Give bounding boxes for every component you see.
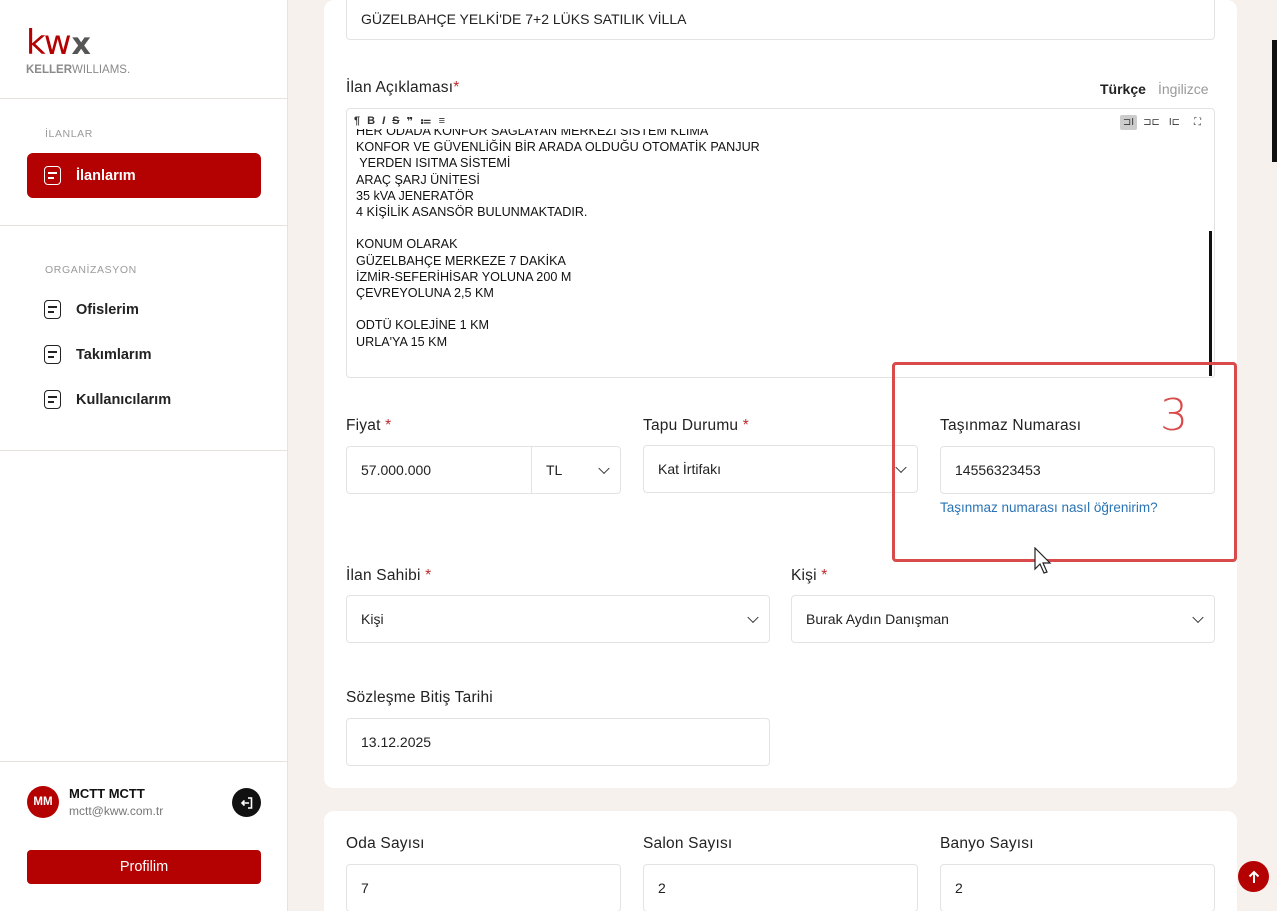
divider bbox=[0, 98, 288, 99]
rooms-value: 7 bbox=[361, 880, 369, 896]
profile-button[interactable]: Profilim bbox=[27, 850, 261, 884]
deed-status-value: Kat İrtifakı bbox=[658, 461, 722, 477]
owner-value: Kişi bbox=[361, 611, 384, 627]
baths-input[interactable]: 2 bbox=[940, 864, 1215, 911]
page-scrollbar[interactable] bbox=[1272, 40, 1277, 162]
editor-content-area: HER ODADA KONFOR SAĞLAYAN MERKEZİ SİSTEM… bbox=[347, 129, 1214, 377]
rooms-label: Oda Sayısı bbox=[346, 835, 425, 852]
fullscreen-icon[interactable]: ⛶ bbox=[1189, 115, 1206, 130]
quote-icon[interactable]: ❞ bbox=[406, 115, 412, 128]
baths-value: 2 bbox=[955, 880, 963, 896]
italic-icon[interactable]: I bbox=[382, 115, 385, 128]
divider bbox=[0, 225, 288, 226]
salons-label: Salon Sayısı bbox=[643, 835, 733, 852]
ordered-list-icon[interactable]: ≔ bbox=[420, 115, 432, 128]
mouse-cursor-icon bbox=[1034, 547, 1052, 574]
divider bbox=[0, 450, 288, 451]
logo-brand: KELLERWILLIAMS. bbox=[26, 64, 131, 76]
user-email: mctt@kww.com.tr bbox=[69, 804, 164, 818]
price-input[interactable]: 57.000.000 bbox=[346, 446, 532, 494]
currency-select[interactable]: TL bbox=[531, 446, 621, 494]
unordered-list-icon[interactable]: ≡ bbox=[439, 115, 445, 128]
lang-tab-english[interactable]: İngilizce bbox=[1158, 81, 1209, 97]
editor-toolbar: ¶ B I S ❞ ≔ ≡ bbox=[354, 115, 445, 128]
document-icon bbox=[44, 345, 61, 364]
sidebar-item-offices[interactable]: Ofislerim bbox=[27, 287, 261, 332]
listing-title-input[interactable]: GÜZELBAHÇE YELKİ'DE 7+2 LÜKS SATILIK VİL… bbox=[346, 0, 1215, 40]
divider bbox=[0, 761, 288, 762]
logout-button[interactable] bbox=[232, 788, 261, 817]
description-editor[interactable]: ¶ B I S ❞ ≔ ≡ ⊐I ⊐⊏ I⊏ ⛶ HER ODADA KONFO… bbox=[346, 108, 1215, 378]
deed-label: Tapu Durumu * bbox=[643, 417, 749, 434]
sidebar: kwx KELLERWILLIAMS. İLANLAR İlanlarım OR… bbox=[0, 0, 288, 911]
person-select[interactable]: Burak Aydın Danışman bbox=[791, 595, 1215, 643]
listing-title-value: GÜZELBAHÇE YELKİ'DE 7+2 LÜKS SATILIK VİL… bbox=[361, 11, 687, 27]
user-name: MCTT MCTT bbox=[69, 786, 145, 801]
preview-icon[interactable]: I⊏ bbox=[1166, 115, 1183, 130]
price-label: Fiyat * bbox=[346, 417, 392, 434]
chevron-down-icon bbox=[747, 611, 759, 624]
contract-end-value: 13.12.2025 bbox=[361, 734, 432, 750]
salons-value: 2 bbox=[658, 880, 666, 896]
sidebar-item-label: Ofislerim bbox=[76, 301, 139, 318]
sidebar-item-users[interactable]: Kullanıcılarım bbox=[27, 377, 261, 422]
person-value: Burak Aydın Danışman bbox=[806, 611, 949, 627]
chevron-down-icon bbox=[598, 462, 610, 475]
person-label: Kişi * bbox=[791, 567, 828, 584]
chevron-down-icon bbox=[1192, 611, 1204, 624]
section-title-listings: İLANLAR bbox=[45, 128, 93, 140]
annotation-number: 3 bbox=[1160, 390, 1188, 441]
description-label: İlan Açıklaması* bbox=[346, 79, 460, 96]
strikethrough-icon[interactable]: S bbox=[392, 115, 399, 128]
logo-kw: kw bbox=[26, 23, 71, 63]
price-value: 57.000.000 bbox=[361, 462, 432, 478]
owner-select[interactable]: Kişi bbox=[346, 595, 770, 643]
scroll-to-top-button[interactable] bbox=[1238, 861, 1269, 892]
arrow-up-icon bbox=[1248, 870, 1259, 883]
sidebar-item-listings[interactable]: İlanlarım bbox=[27, 153, 261, 198]
logout-icon bbox=[240, 796, 252, 809]
document-icon bbox=[44, 300, 61, 319]
document-icon bbox=[44, 390, 61, 409]
editor-view-toolbar: ⊐I ⊐⊏ I⊏ ⛶ bbox=[1120, 115, 1206, 130]
section-title-organization: ORGANİZASYON bbox=[45, 264, 137, 276]
paragraph-icon[interactable]: ¶ bbox=[354, 115, 360, 128]
logo-x: x bbox=[71, 27, 91, 62]
document-icon bbox=[44, 166, 61, 185]
baths-label: Banyo Sayısı bbox=[940, 835, 1034, 852]
salons-input[interactable]: 2 bbox=[643, 864, 918, 911]
description-text[interactable]: HER ODADA KONFOR SAĞLAYAN MERKEZİ SİSTEM… bbox=[356, 129, 760, 350]
currency-value: TL bbox=[546, 462, 563, 478]
edit-mode-icon[interactable]: ⊐I bbox=[1120, 115, 1137, 130]
sidebar-item-label: Takımlarım bbox=[76, 346, 152, 363]
sidebar-item-label: Kullanıcılarım bbox=[76, 391, 172, 408]
avatar[interactable]: MM bbox=[27, 786, 59, 818]
deed-status-select[interactable]: Kat İrtifakı bbox=[643, 445, 918, 493]
contract-end-label: Sözleşme Bitiş Tarihi bbox=[346, 689, 493, 706]
sidebar-item-label: İlanlarım bbox=[76, 167, 136, 184]
user-panel: MM MCTT MCTT mctt@kww.com.tr bbox=[27, 786, 261, 826]
rooms-input[interactable]: 7 bbox=[346, 864, 621, 911]
lang-tab-turkish[interactable]: Türkçe bbox=[1100, 81, 1146, 97]
contract-end-date-input[interactable]: 13.12.2025 bbox=[346, 718, 770, 766]
bold-icon[interactable]: B bbox=[367, 115, 375, 128]
side-by-side-icon[interactable]: ⊐⊏ bbox=[1143, 115, 1160, 130]
owner-label: İlan Sahibi * bbox=[346, 567, 432, 584]
kw-logo[interactable]: kwx KELLERWILLIAMS. bbox=[26, 26, 146, 80]
editor-scrollbar[interactable] bbox=[1209, 231, 1212, 376]
sidebar-item-teams[interactable]: Takımlarım bbox=[27, 332, 261, 377]
